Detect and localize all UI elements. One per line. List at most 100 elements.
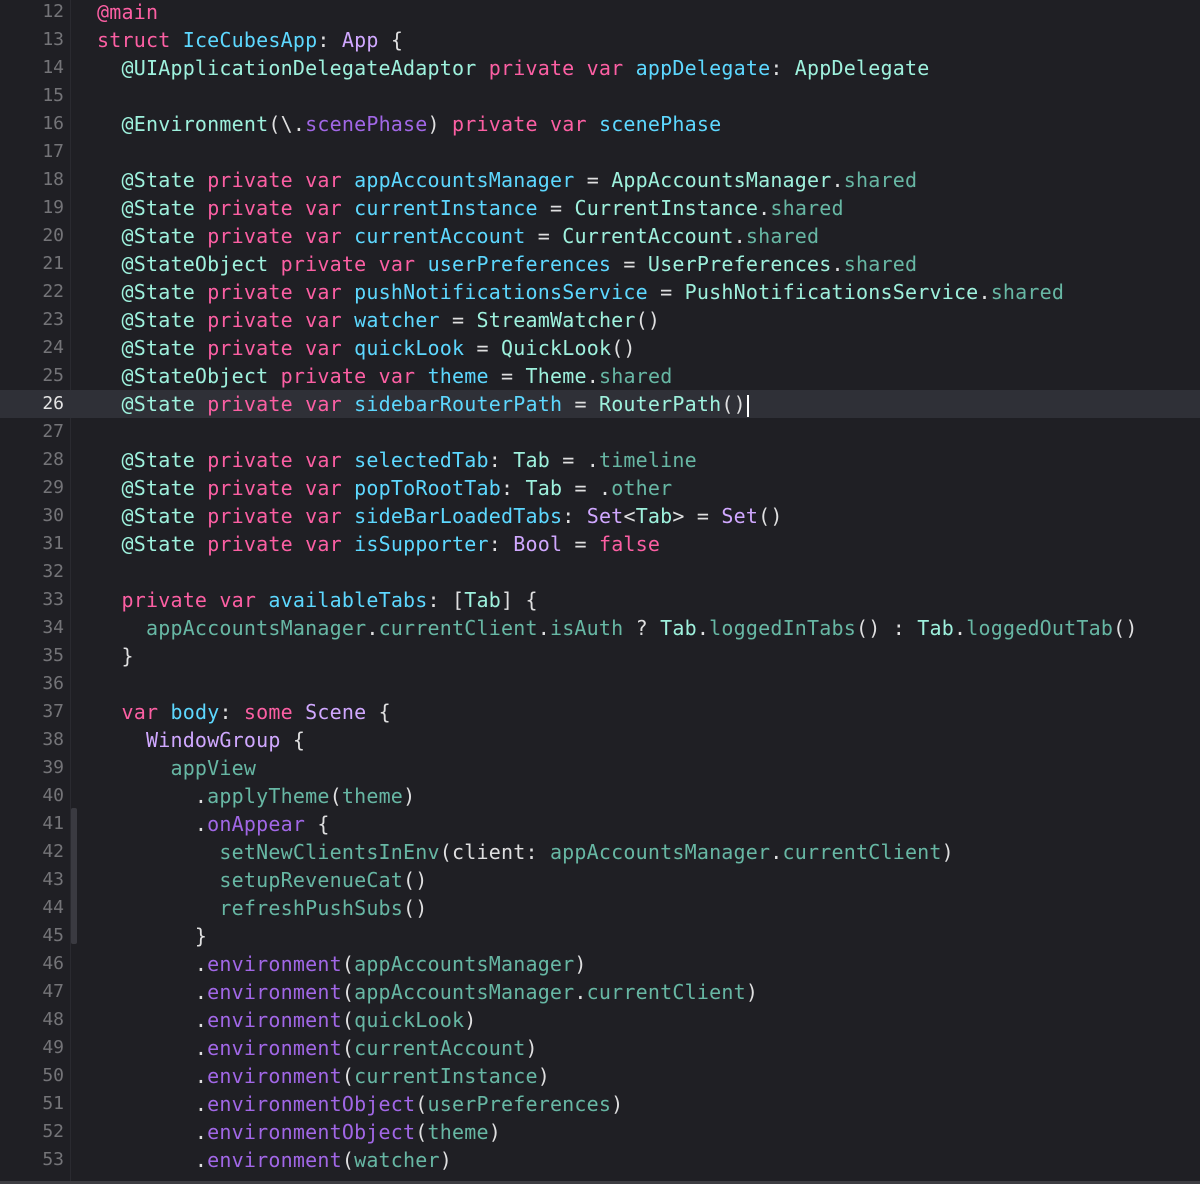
code-line-38[interactable]: 38 WindowGroup {: [0, 726, 1200, 754]
code-token: appView: [170, 756, 257, 780]
code-token: .: [97, 784, 208, 808]
code-line-28[interactable]: 28 @State private var selectedTab: Tab =…: [0, 446, 1200, 474]
code-line-31[interactable]: 31 @State private var isSupporter: Bool …: [0, 530, 1200, 558]
code-line-16[interactable]: 16 @Environment(\.scenePhase) private va…: [0, 110, 1200, 138]
code-token: .: [97, 952, 208, 976]
code-token: var: [305, 196, 342, 220]
code-line-47[interactable]: 47 .environment(appAccountsManager.curre…: [0, 978, 1200, 1006]
line-code: .environment(quickLook): [97, 1006, 477, 1034]
code-token: body: [170, 700, 220, 724]
code-line-41[interactable]: 41 .onAppear {: [0, 810, 1200, 838]
code-token: environment: [207, 952, 342, 976]
code-line-45[interactable]: 45 }: [0, 922, 1200, 950]
code-token: currentInstance: [354, 1064, 538, 1088]
code-line-17[interactable]: 17: [0, 138, 1200, 166]
code-line-52[interactable]: 52 .environmentObject(theme): [0, 1118, 1200, 1146]
code-line-46[interactable]: 46 .environment(appAccountsManager): [0, 950, 1200, 978]
code-line-37[interactable]: 37 var body: some Scene {: [0, 698, 1200, 726]
code-token: =: [525, 224, 563, 248]
code-token: scenePhase: [598, 112, 722, 136]
code-line-43[interactable]: 43 setupRevenueCat(): [0, 866, 1200, 894]
code-line-25[interactable]: 25 @StateObject private var theme = Them…: [0, 362, 1200, 390]
code-line-39[interactable]: 39 appView: [0, 754, 1200, 782]
code-line-40[interactable]: 40 .applyTheme(theme): [0, 782, 1200, 810]
line-code: @State private var isSupporter: Bool = f…: [97, 530, 660, 558]
code-token: AppAccountsManager: [611, 168, 832, 192]
code-line-21[interactable]: 21 @StateObject private var userPreferen…: [0, 250, 1200, 278]
code-token: private: [207, 448, 293, 472]
code-line-53[interactable]: 53 .environment(watcher): [0, 1146, 1200, 1174]
code-token: timeline: [598, 448, 697, 472]
line-number: 19: [42, 197, 64, 218]
line-number: 48: [42, 1009, 64, 1030]
code-token: var: [121, 700, 159, 724]
line-number: 44: [42, 897, 64, 918]
code-token: currentClient: [378, 616, 538, 640]
code-token: popToRootTab: [354, 476, 502, 500]
code-token: = .: [562, 476, 612, 500]
line-code: @StateObject private var userPreferences…: [97, 250, 917, 278]
code-line-26[interactable]: 26 @State private var sidebarRouterPath …: [0, 390, 1200, 418]
code-line-19[interactable]: 19 @State private var currentInstance = …: [0, 194, 1200, 222]
code-token: (): [403, 868, 428, 892]
code-line-33[interactable]: 33 private var availableTabs: [Tab] {: [0, 586, 1200, 614]
code-line-27[interactable]: 27: [0, 418, 1200, 446]
code-token: loggedInTabs: [709, 616, 857, 640]
code-line-32[interactable]: 32: [0, 558, 1200, 586]
code-token: currentClient: [782, 840, 942, 864]
code-line-35[interactable]: 35 }: [0, 642, 1200, 670]
code-token: CurrentInstance: [574, 196, 759, 220]
line-code: appAccountsManager.currentClient.isAuth …: [97, 614, 1138, 642]
code-line-15[interactable]: 15: [0, 82, 1200, 110]
line-code: @State private var quickLook = QuickLook…: [97, 334, 636, 362]
code-token: setupRevenueCat: [219, 868, 404, 892]
code-line-18[interactable]: 18 @State private var appAccountsManager…: [0, 166, 1200, 194]
code-line-29[interactable]: 29 @State private var popToRootTab: Tab …: [0, 474, 1200, 502]
line-number: 13: [42, 29, 64, 50]
code-line-24[interactable]: 24 @State private var quickLook = QuickL…: [0, 334, 1200, 362]
line-number: 40: [42, 785, 64, 806]
code-token: private: [207, 224, 293, 248]
line-number: 24: [42, 337, 64, 358]
code-token: =: [439, 308, 477, 332]
code-token: .: [97, 1008, 208, 1032]
line-number: 32: [42, 561, 64, 582]
code-line-13[interactable]: 13 struct IceCubesApp: App {: [0, 26, 1200, 54]
code-token: appAccountsManager: [549, 840, 771, 864]
code-token: {: [305, 812, 330, 836]
line-code: .environment(currentAccount): [97, 1034, 538, 1062]
code-editor[interactable]: 12 @main 13 struct IceCubesApp: App {14 @UI…: [0, 0, 1200, 1184]
code-line-12[interactable]: 12 @main: [0, 0, 1200, 26]
code-token: pushNotificationsService: [354, 280, 648, 304]
code-token: {: [378, 28, 404, 52]
code-line-49[interactable]: 49 .environment(currentAccount): [0, 1034, 1200, 1062]
code-line-22[interactable]: 22 @State private var pushNotificationsS…: [0, 278, 1200, 306]
code-line-30[interactable]: 30 @State private var sideBarLoadedTabs:…: [0, 502, 1200, 530]
code-line-51[interactable]: 51 .environmentObject(userPreferences): [0, 1090, 1200, 1118]
code-line-34[interactable]: 34 appAccountsManager.currentClient.isAu…: [0, 614, 1200, 642]
code-line-36[interactable]: 36: [0, 670, 1200, 698]
code-token: private: [207, 504, 293, 528]
code-token: var: [378, 252, 416, 276]
code-line-20[interactable]: 20 @State private var currentAccount = C…: [0, 222, 1200, 250]
code-token: (: [415, 1092, 428, 1116]
code-line-42[interactable]: 42 setNewClientsInEnv(client: appAccount…: [0, 838, 1200, 866]
code-line-48[interactable]: 48 .environment(quickLook): [0, 1006, 1200, 1034]
code-line-23[interactable]: 23 @State private var watcher = StreamWa…: [0, 306, 1200, 334]
code-line-50[interactable]: 50 .environment(currentInstance): [0, 1062, 1200, 1090]
code-line-44[interactable]: 44 refreshPushSubs(): [0, 894, 1200, 922]
code-token: .: [953, 616, 967, 640]
code-line-14[interactable]: 14 @UIApplicationDelegateAdaptor private…: [0, 54, 1200, 82]
